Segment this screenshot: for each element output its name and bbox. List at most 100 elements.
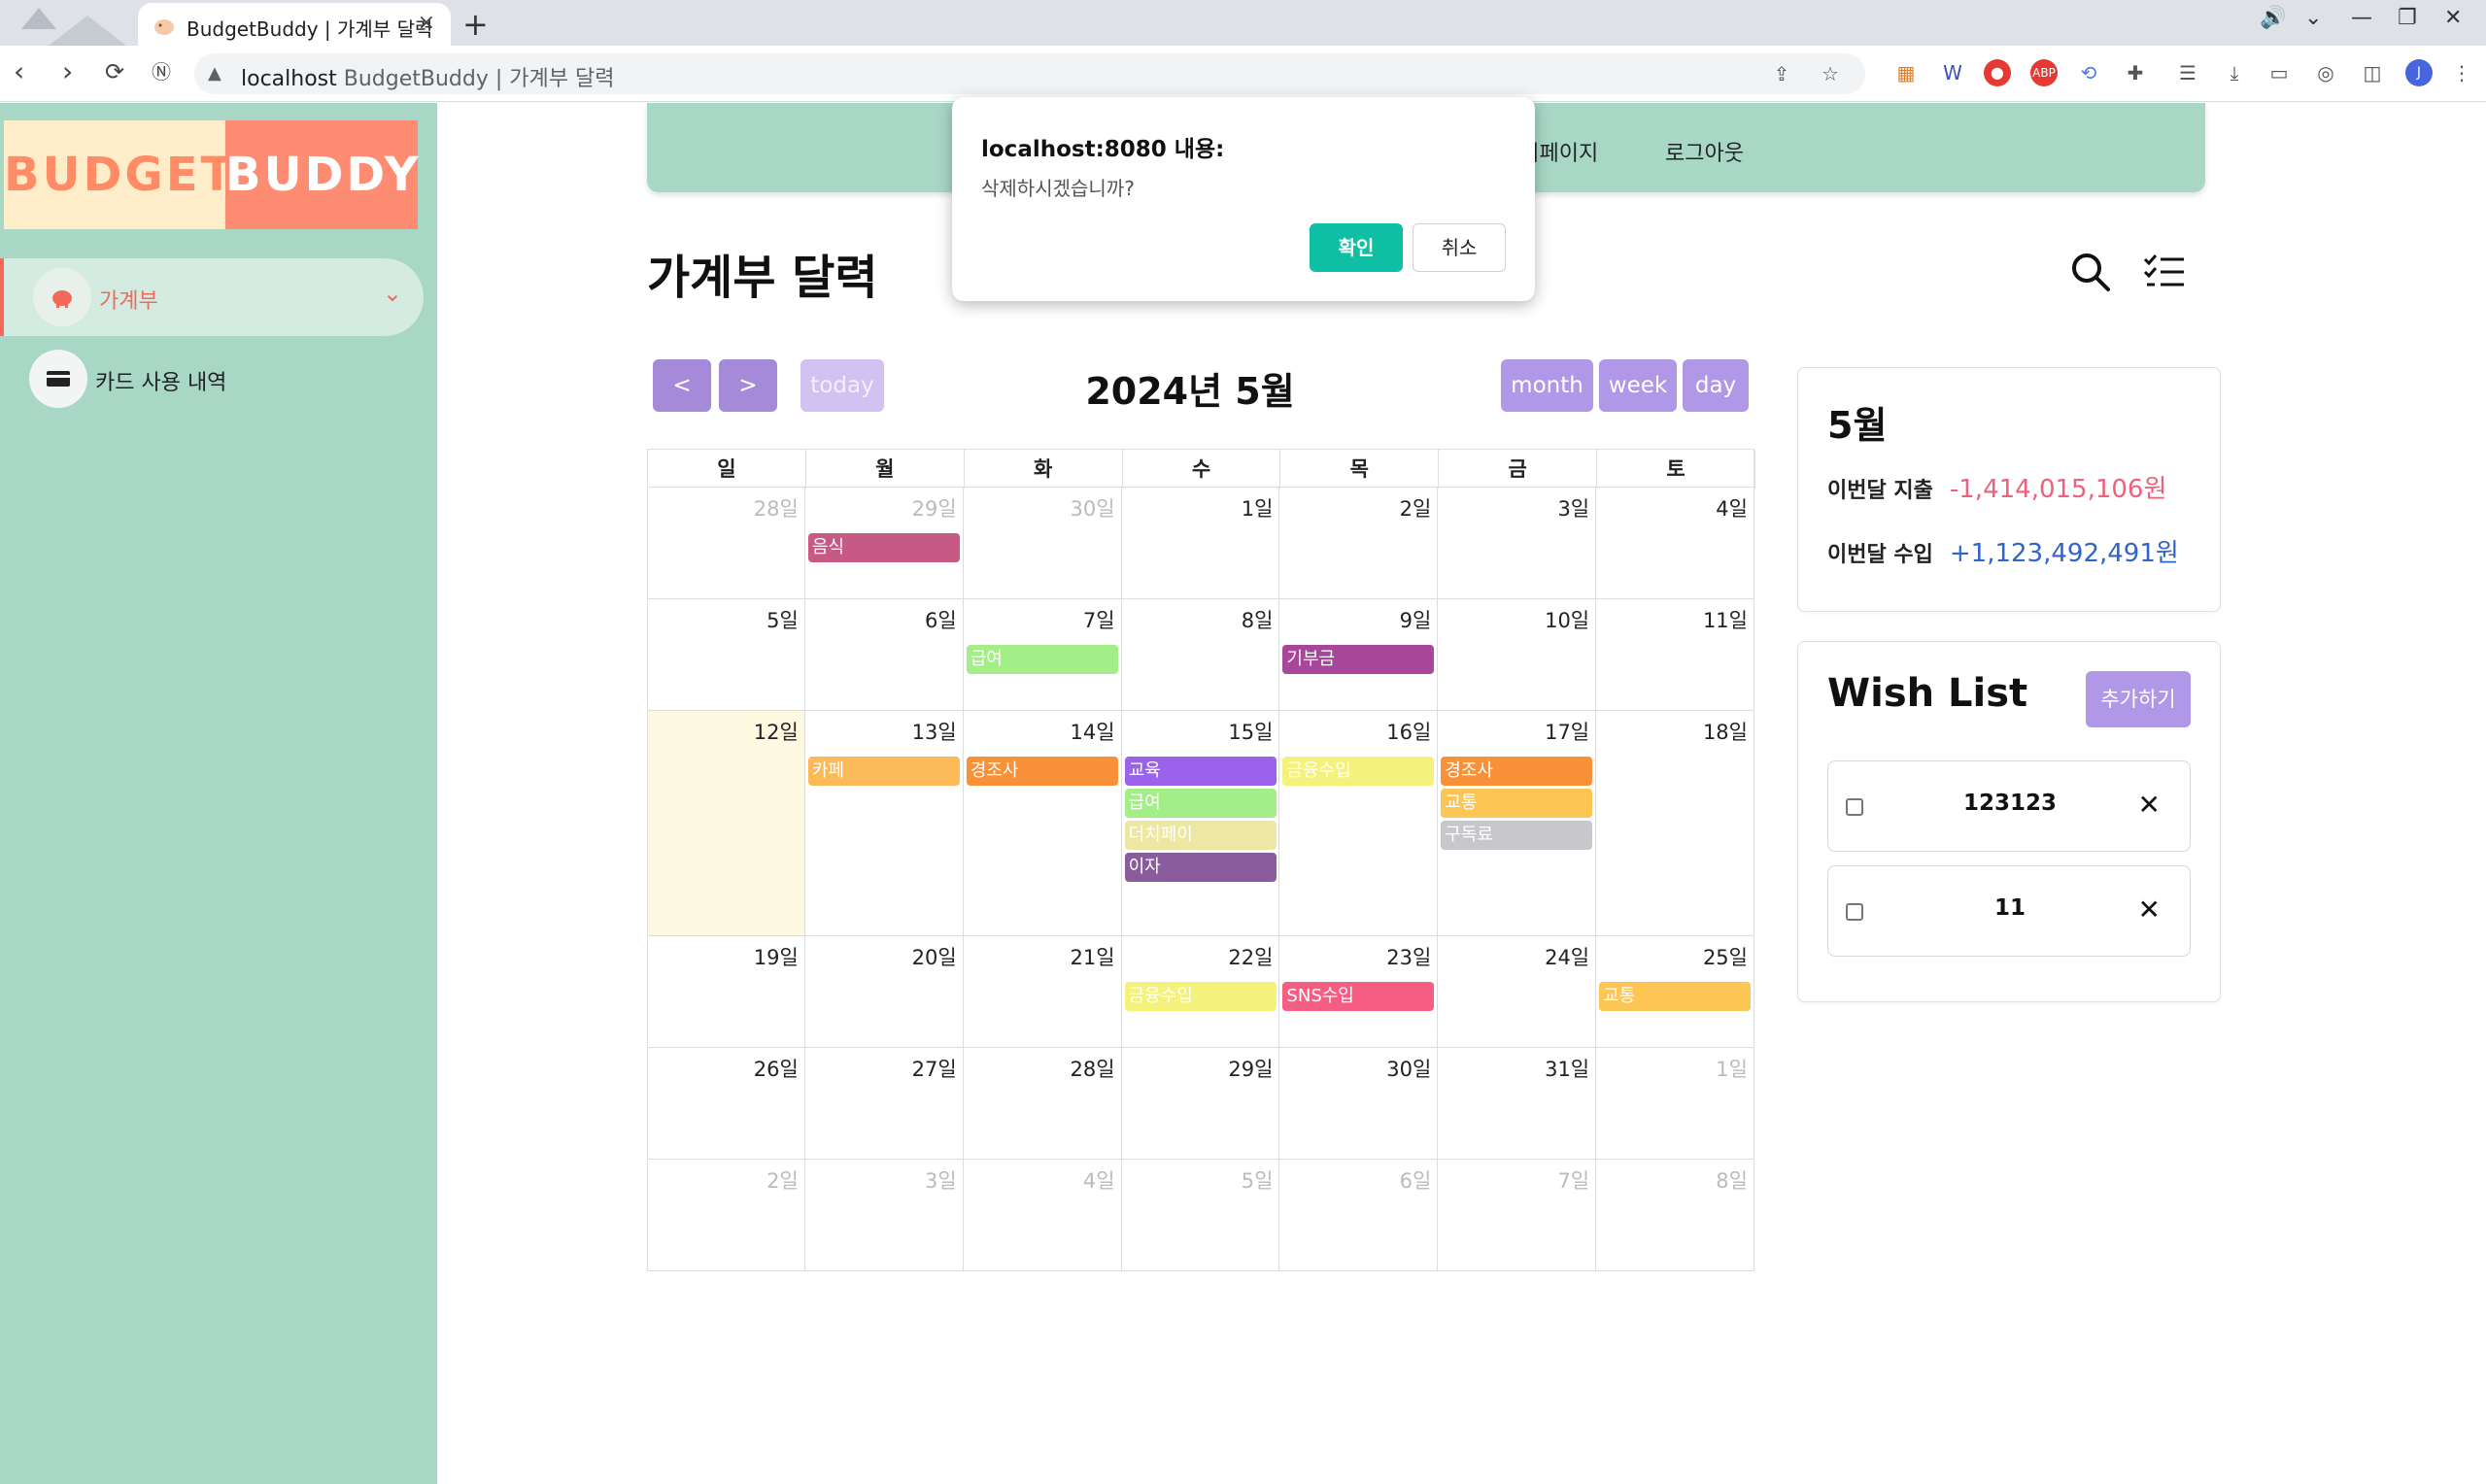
calendar-day-cell[interactable]: 27일 bbox=[804, 1048, 964, 1160]
calendar-day-cell[interactable]: 3일 bbox=[804, 1160, 964, 1271]
calendar-day-cell[interactable]: 5일 bbox=[1121, 1160, 1280, 1271]
day-number[interactable]: 2일 bbox=[1400, 493, 1432, 523]
day-number[interactable]: 9일 bbox=[1400, 605, 1432, 634]
day-number[interactable]: 11일 bbox=[1703, 605, 1748, 634]
calendar-event[interactable]: 경조사 bbox=[1441, 757, 1593, 786]
day-number[interactable]: 30일 bbox=[1071, 493, 1115, 523]
dialog-cancel-button[interactable]: 취소 bbox=[1413, 223, 1506, 272]
calendar-event[interactable]: 기부금 bbox=[1282, 645, 1435, 674]
calendar-day-cell[interactable]: 6일 bbox=[1279, 1160, 1439, 1271]
day-number[interactable]: 24일 bbox=[1545, 942, 1589, 971]
calendar-day-cell[interactable]: 7일 bbox=[1438, 1160, 1597, 1271]
calendar-day-cell[interactable]: 8일 bbox=[1121, 599, 1280, 711]
day-number[interactable]: 6일 bbox=[1400, 1165, 1432, 1195]
calendar-event[interactable]: 금융수입 bbox=[1124, 982, 1277, 1011]
prev-month-button[interactable]: < bbox=[653, 359, 711, 412]
day-number[interactable]: 29일 bbox=[1228, 1054, 1273, 1083]
day-number[interactable]: 7일 bbox=[1083, 605, 1115, 634]
screenshot-icon[interactable]: ◎ bbox=[2312, 59, 2339, 86]
view-month-button[interactable]: month bbox=[1501, 359, 1593, 412]
calendar-day-cell[interactable]: 28일 bbox=[963, 1048, 1122, 1160]
day-number[interactable]: 18일 bbox=[1703, 717, 1748, 746]
calendar-day-cell[interactable]: 11일 bbox=[1596, 599, 1754, 711]
calendar-day-cell[interactable]: 2일 bbox=[1279, 488, 1439, 599]
calendar-day-cell[interactable]: 30일 bbox=[963, 488, 1122, 599]
calendar-day-cell[interactable]: 4일 bbox=[963, 1160, 1122, 1271]
delete-icon[interactable]: ✕ bbox=[2138, 789, 2161, 821]
calendar-day-cell[interactable]: 10일 bbox=[1438, 599, 1597, 711]
calendar-event[interactable]: 더치페이 bbox=[1124, 821, 1277, 850]
day-number[interactable]: 17일 bbox=[1545, 717, 1589, 746]
cast-icon[interactable]: ▭ bbox=[2265, 59, 2293, 86]
calendar-event[interactable]: 급여 bbox=[1124, 789, 1277, 818]
calendar-event[interactable]: 이자 bbox=[1124, 853, 1277, 882]
day-number[interactable]: 28일 bbox=[1071, 1054, 1115, 1083]
adblock-icon[interactable]: ABP bbox=[2030, 59, 2058, 86]
view-day-button[interactable]: day bbox=[1683, 359, 1749, 412]
forward-button[interactable]: › bbox=[62, 57, 73, 86]
day-number[interactable]: 31일 bbox=[1545, 1054, 1589, 1083]
day-number[interactable]: 7일 bbox=[1557, 1165, 1589, 1195]
calendar-day-cell[interactable]: 25일 교통 bbox=[1596, 936, 1754, 1048]
calendar-day-cell[interactable]: 6일 bbox=[804, 599, 964, 711]
close-window-button[interactable]: ✕ bbox=[2444, 6, 2462, 30]
day-number[interactable]: 5일 bbox=[766, 605, 799, 634]
sidebar-item-card-history[interactable]: 카드 사용 내역 bbox=[0, 340, 424, 418]
day-number[interactable]: 15일 bbox=[1228, 717, 1273, 746]
extensions-puzzle-icon[interactable]: ✚ bbox=[2122, 59, 2149, 86]
extension-stop-icon[interactable]: ⬤ bbox=[1984, 59, 2011, 86]
day-number[interactable]: 1일 bbox=[1242, 493, 1274, 523]
minimize-button[interactable]: — bbox=[2351, 6, 2372, 30]
back-button[interactable]: ‹ bbox=[14, 57, 24, 86]
calendar-day-cell[interactable]: 14일 경조사 bbox=[963, 711, 1122, 936]
day-number[interactable]: 10일 bbox=[1545, 605, 1589, 634]
day-number[interactable]: 19일 bbox=[754, 942, 799, 971]
day-number[interactable]: 3일 bbox=[1557, 493, 1589, 523]
day-number[interactable]: 16일 bbox=[1386, 717, 1431, 746]
day-number[interactable]: 23일 bbox=[1386, 942, 1431, 971]
extension-sync-icon[interactable]: ⟲ bbox=[2075, 59, 2102, 86]
extension-w-icon[interactable]: W bbox=[1939, 59, 1966, 86]
sidebar-item-ledger[interactable]: 가계부 ⌄ bbox=[0, 258, 424, 336]
dialog-ok-button[interactable]: 확인 bbox=[1310, 223, 1403, 272]
share-icon[interactable]: ⇪ bbox=[1768, 60, 1795, 87]
tab-close-icon[interactable]: × bbox=[418, 11, 435, 35]
calendar-day-cell[interactable]: 29일 bbox=[1121, 1048, 1280, 1160]
day-number[interactable]: 20일 bbox=[912, 942, 957, 971]
day-number[interactable]: 22일 bbox=[1228, 942, 1273, 971]
volume-icon[interactable]: 🔊 bbox=[2260, 6, 2286, 30]
calendar-event[interactable]: 교통 bbox=[1441, 789, 1593, 818]
day-number[interactable]: 26일 bbox=[754, 1054, 799, 1083]
calendar-event[interactable]: 구독료 bbox=[1441, 821, 1593, 850]
wishlist-add-button[interactable]: 추가하기 bbox=[2086, 671, 2191, 727]
today-button[interactable]: today bbox=[800, 359, 884, 412]
day-number[interactable]: 5일 bbox=[1242, 1165, 1274, 1195]
calendar-day-cell[interactable]: 29일 음식 bbox=[804, 488, 964, 599]
day-number[interactable]: 28일 bbox=[754, 493, 799, 523]
calendar-day-cell[interactable]: 26일 bbox=[647, 1048, 805, 1160]
calendar-day-cell[interactable]: 21일 bbox=[963, 936, 1122, 1048]
new-tab-button[interactable]: + bbox=[462, 6, 489, 43]
calendar-event[interactable]: 급여 bbox=[966, 645, 1118, 674]
day-number[interactable]: 21일 bbox=[1071, 942, 1115, 971]
extension-n-icon[interactable]: Ⓝ bbox=[152, 57, 171, 86]
day-number[interactable]: 8일 bbox=[1242, 605, 1274, 634]
calendar-day-cell[interactable]: 4일 bbox=[1596, 488, 1754, 599]
calendar-day-cell[interactable]: 9일기부금 bbox=[1279, 599, 1439, 711]
address-bar[interactable]: ▲ localhost BudgetBuddy | 가계부 달력 ⇪ ☆ bbox=[194, 53, 1865, 94]
checklist-icon[interactable] bbox=[2143, 253, 2186, 291]
calendar-day-cell[interactable]: 1일 bbox=[1121, 488, 1280, 599]
calendar-day-cell[interactable]: 23일 SNS수입 bbox=[1279, 936, 1439, 1048]
calendar-day-cell[interactable]: 22일금융수입 bbox=[1121, 936, 1280, 1048]
side-panel-icon[interactable]: ◫ bbox=[2359, 59, 2386, 86]
extension-grid-icon[interactable]: ▦ bbox=[1892, 59, 1920, 86]
day-number[interactable]: 2일 bbox=[766, 1165, 799, 1195]
search-icon[interactable] bbox=[2069, 251, 2112, 293]
calendar-day-cell[interactable]: 1일 bbox=[1596, 1048, 1754, 1160]
day-number[interactable]: 6일 bbox=[925, 605, 957, 634]
site-info-icon[interactable]: ▲ bbox=[208, 63, 221, 84]
day-number[interactable]: 13일 bbox=[912, 717, 957, 746]
day-number[interactable]: 8일 bbox=[1716, 1165, 1748, 1195]
calendar-day-cell[interactable]: 20일 bbox=[804, 936, 964, 1048]
calendar-day-cell[interactable]: 8일 bbox=[1596, 1160, 1754, 1271]
